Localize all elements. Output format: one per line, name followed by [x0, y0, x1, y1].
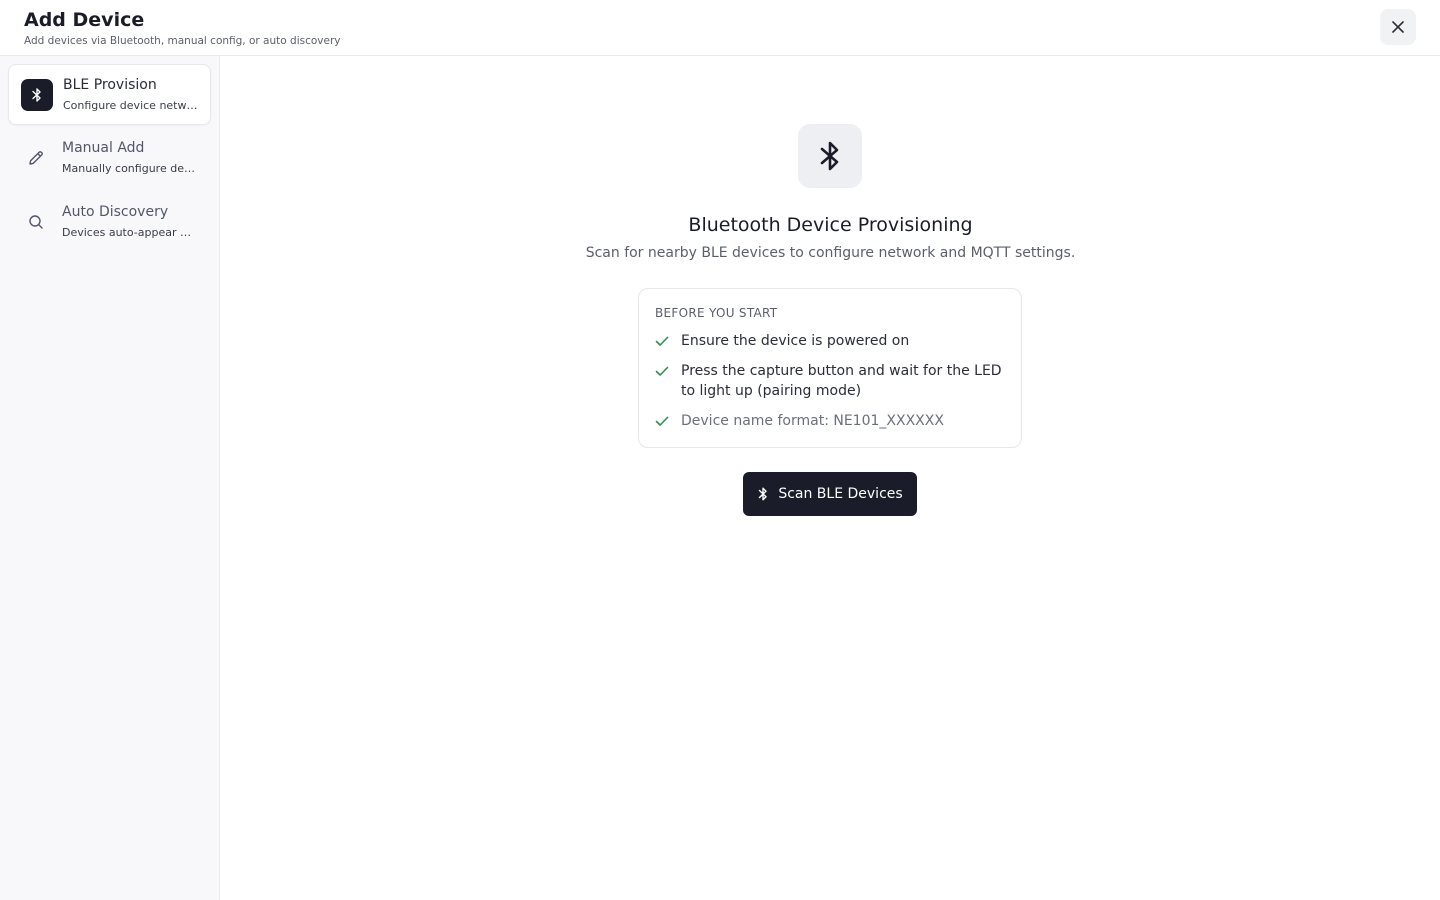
sidebar-item-ble-provision[interactable]: BLE Provision Configure device network v…	[8, 64, 211, 125]
check-icon	[655, 366, 669, 376]
sidebar-item-label: BLE Provision	[63, 77, 157, 93]
sidebar-item-description: Manually configure device settings	[62, 162, 198, 175]
before-you-start-card: BEFORE YOU START Ensure the device is po…	[638, 288, 1022, 448]
hero-icon-box	[798, 124, 862, 188]
check-icon	[655, 416, 669, 426]
card-heading: BEFORE YOU START	[655, 306, 778, 320]
nav-icon-box	[21, 79, 53, 111]
bluetooth-icon	[32, 88, 41, 102]
dialog-header: Add Device Add devices via Bluetooth, ma…	[0, 0, 1440, 56]
page-title: Add Device	[24, 9, 145, 31]
nav-icon-box	[20, 206, 52, 238]
scan-ble-devices-button[interactable]: Scan BLE Devices	[743, 472, 917, 516]
pencil-icon	[29, 151, 43, 165]
sidebar: BLE Provision Configure device network v…	[0, 56, 220, 900]
main-content: Bluetooth Device Provisioning Scan for n…	[221, 56, 1440, 900]
scan-button-label: Scan BLE Devices	[778, 486, 903, 502]
sidebar-item-auto-discovery[interactable]: Auto Discovery Devices auto-appear when …	[8, 192, 211, 253]
check-icon	[655, 336, 669, 346]
sidebar-item-label: Auto Discovery	[62, 204, 169, 220]
bluetooth-icon	[759, 487, 768, 501]
section-title: Bluetooth Device Provisioning	[688, 214, 973, 236]
sidebar-item-description: Configure device network via Bluetooth	[63, 99, 199, 112]
page-subtitle: Add devices via Bluetooth, manual config…	[24, 35, 341, 47]
search-icon	[29, 215, 43, 229]
checklist-item: Press the capture button and wait for th…	[681, 363, 1002, 399]
close-icon	[1392, 21, 1404, 33]
nav-icon-box	[20, 142, 52, 174]
sidebar-item-manual-add[interactable]: Manual Add Manually configure device set…	[8, 128, 211, 189]
sidebar-item-label: Manual Add	[62, 140, 145, 156]
bluetooth-icon	[820, 141, 839, 171]
sidebar-item-description: Devices auto-appear when online	[62, 226, 198, 239]
checklist-item: Ensure the device is powered on	[681, 333, 910, 349]
checklist-item: Device name format: NE101_XXXXXX	[681, 413, 944, 429]
close-button[interactable]	[1380, 9, 1416, 45]
section-subtitle: Scan for nearby BLE devices to configure…	[585, 245, 1076, 261]
